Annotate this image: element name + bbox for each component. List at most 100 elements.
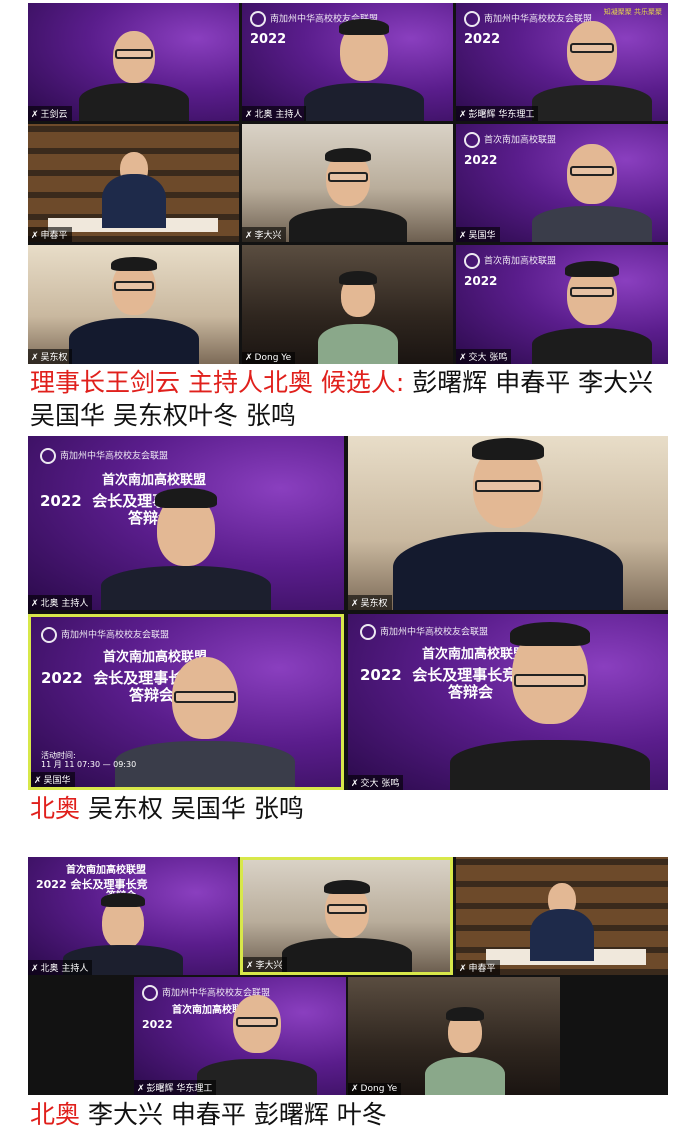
caption-2: 北奥 吴东权 吴国华 张鸣 [30,792,670,825]
participant-hair [472,438,544,460]
participant-hair [324,148,371,162]
participant-body [101,174,166,228]
mic-muted-icon: ✗ [31,353,39,363]
video-tile-active-speaker[interactable]: ✗ 李大兴 [240,857,453,975]
video-tile[interactable]: 南加州中华高校校友会联盟 首次南加高校联盟 2022 会长及理事长竞 答辩会 ✗… [348,614,668,790]
participant-hair [445,1007,484,1021]
participant-body [449,740,650,790]
glasses [569,287,614,297]
video-tile[interactable]: ✗ Dong Ye [348,977,560,1095]
gallery-grid-2: 南加州中华高校校友会联盟 首次南加高校联盟 2022 会长及理事长竞 答辩会 ✗… [28,436,668,790]
video-tile[interactable]: 南加州中华高校校友会联盟 首次南加高校联盟 2022 ✗ 彭曙辉 华东理工 [134,977,346,1095]
participant-hair [339,19,390,35]
video-tile[interactable]: ✗ 吴东权 [348,436,668,610]
participant-body [531,328,652,364]
name-tag: ✗ 申春平 [456,960,500,975]
caption-3: 北奥 李大兴 申春平 彭曙辉 叶冬 [30,1098,670,1131]
video-tile[interactable]: 知凝聚聚 共乐聚聚 南加州中华高校校友会联盟 2022 ✗ 彭曙辉 华东理工 [456,3,668,121]
video-tile[interactable]: 首次南加高校联盟 2022 ✗ 吴国华 [456,124,668,242]
glasses [569,166,614,176]
name-tag: ✗ 交大 张鸣 [348,775,404,790]
gallery-grid-3: 首次南加高校联盟 2022 会长及理事长竞 答辩会 ✗北奥 主持人 ✗李大兴 ✗… [28,857,668,1095]
org-logo-icon [464,132,480,148]
participant-body [531,85,652,121]
mic-muted-icon: ✗ [31,599,39,609]
caption-1-highlight: 理事长王剑云 主持人北奥 候选人: [30,368,405,397]
participant-hair [323,880,370,894]
caption-3-text: 李大兴 申春平 彭曙辉 叶冬 [80,1100,387,1129]
caption-2-highlight: 北奥 [30,794,81,823]
org-logo-icon [250,11,266,27]
name-tag: ✗ 申春平 [28,227,72,242]
mic-muted-icon: ✗ [31,110,39,120]
org-logo-icon [360,624,376,640]
glasses [327,172,368,182]
name-tag: ✗ Dong Ye [348,1083,402,1095]
name-tag: ✗ 李大兴 [243,957,287,972]
glasses [326,904,367,914]
event-banner: 首次南加高校联盟 2022 [464,132,556,168]
name-tag: ✗ Dong Ye [242,352,296,364]
participant-hair [509,622,590,646]
glasses [475,480,541,492]
video-tile[interactable]: ✗ 吴东权 [28,245,239,364]
participant-hair [155,488,217,508]
mic-muted-icon: ✗ [245,231,253,241]
event-time: 活动时间: 11 月 11 07:30 — 09:30 [41,750,137,769]
name-tag: ✗ 李大兴 [242,227,286,242]
name-tag: ✗ 北奥 主持人 [242,106,307,121]
participant-body [304,83,425,121]
video-tile[interactable]: ✗ 李大兴 [242,124,453,242]
participant-body [530,909,594,961]
event-banner: 首次南加高校联盟 2022 [464,253,556,289]
name-tag: ✗ 彭曙辉 华东理工 [456,106,539,121]
video-tile[interactable]: ✗ 申春平 [456,857,668,975]
participant-body [288,208,407,242]
caption-3-highlight: 北奥 [30,1100,81,1129]
mic-muted-icon: ✗ [351,599,359,609]
participant-body [101,566,271,610]
glasses [235,1017,278,1027]
video-tile[interactable]: 首次南加高校联盟 2022 会长及理事长竞 答辩会 ✗北奥 主持人 [28,857,238,975]
participant-body [424,1057,505,1095]
name-tag: ✗ 吴东权 [28,349,72,364]
video-tile[interactable]: 南加州中华高校校友会联盟 首次南加高校联盟 2022 会长及理事长竞 答辩会 ✗… [28,436,344,610]
org-logo-icon [142,985,158,1001]
mic-muted-icon: ✗ [459,231,467,241]
name-tag: ✗ 吴国华 [31,772,75,787]
video-tile[interactable]: ✗ 王剑云 [28,3,239,121]
participant-hair [100,893,145,907]
name-tag: ✗ 吴国华 [456,227,500,242]
participant-body [68,318,199,364]
video-tile-active-speaker[interactable]: 南加州中华高校校友会联盟 首次南加高校联盟 2022 会长及理事长竞 答辩会 活… [28,614,344,790]
mic-muted-icon: ✗ [459,353,467,363]
glasses [569,43,614,53]
video-tile[interactable]: 首次南加高校联盟 2022 ✗ 交大 张鸣 [456,245,668,364]
participant-hair [339,271,378,285]
slogan: 知凝聚聚 共乐聚聚 [603,8,662,16]
mic-muted-icon: ✗ [31,231,39,241]
name-tag: ✗ 王剑云 [28,106,72,121]
glasses [173,691,236,703]
mic-muted-icon: ✗ [245,110,253,120]
participant-hair [564,261,619,277]
org-logo-icon [40,448,56,464]
video-tile[interactable]: 南加州中华高校校友会联盟 2022 ✗ 北奥 主持人 [242,3,453,121]
participant-body [531,206,652,242]
video-tile[interactable]: ✗ 申春平 [28,124,239,242]
org-logo-icon [464,253,480,269]
caption-1: 理事长王剑云 主持人北奥 候选人: 彭曙辉 申春平 李大兴 吴国华 吴东权叶冬 … [30,366,670,432]
mic-muted-icon: ✗ [246,961,254,971]
video-tile[interactable]: ✗ Dong Ye [242,245,453,364]
caption-2-text: 吴东权 吴国华 张鸣 [80,794,304,823]
name-tag: ✗ 彭曙辉 华东理工 [134,1080,217,1095]
event-banner: 南加州中华高校校友会联盟 首次南加高校联盟 2022 会长及理事长竞 答辩会 [360,624,526,701]
glasses [113,281,154,291]
mic-muted-icon: ✗ [245,353,253,363]
participant-body [281,938,412,972]
participant-hair [110,257,157,271]
mic-muted-icon: ✗ [459,110,467,120]
gallery-grid-1: ✗ 王剑云 南加州中华高校校友会联盟 2022 ✗ 北奥 主持人 知凝聚聚 共乐聚聚… [28,3,668,364]
name-tag: ✗ 交大 张鸣 [456,349,512,364]
glasses [513,674,586,687]
